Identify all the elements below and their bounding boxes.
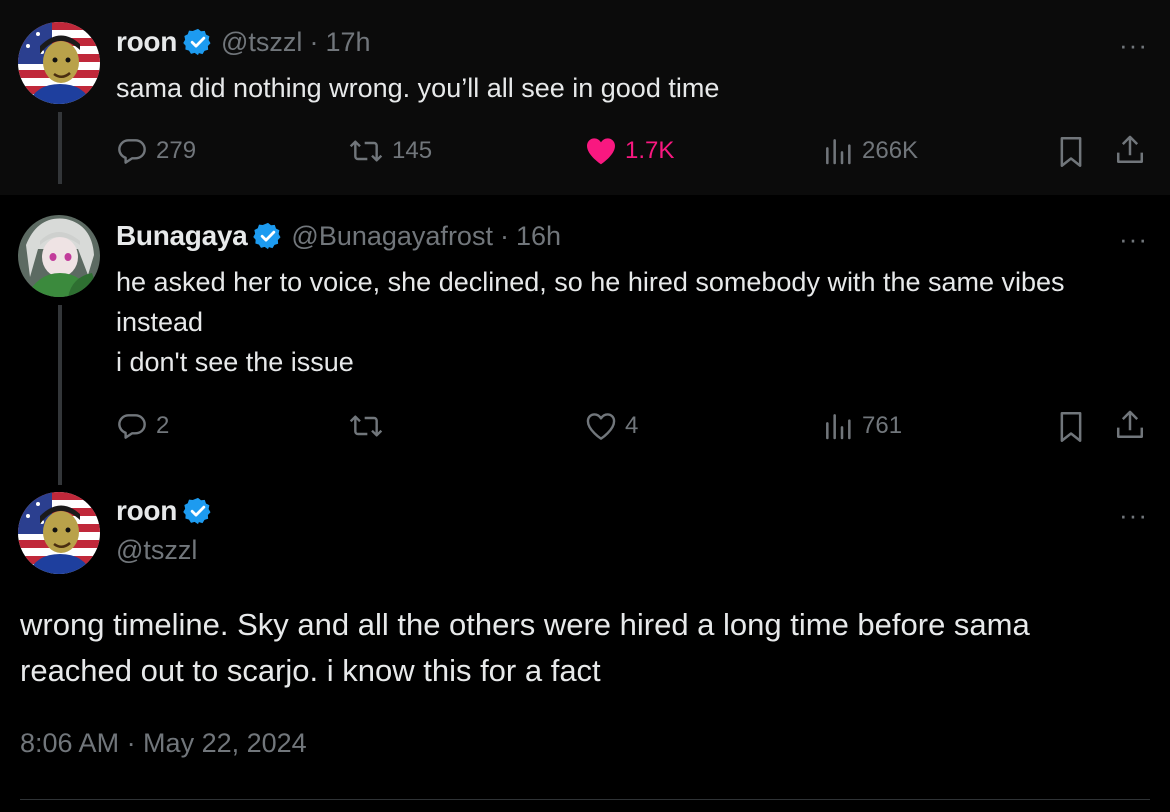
main-tweet-text: wrong timeline. Sky and all the others w… [20, 607, 1030, 688]
like-button[interactable]: 4 [585, 411, 638, 441]
bookmark-icon [1060, 137, 1082, 167]
heart-outline-icon [586, 413, 616, 440]
separator-dot: · [499, 220, 509, 251]
separator-dot: · [309, 26, 319, 57]
views-button[interactable]: 266K [822, 135, 918, 167]
like-count: 1.7K [625, 137, 675, 164]
like-count: 4 [625, 412, 639, 439]
tweet-text: he asked her to voice, she declined, so … [116, 267, 1065, 377]
author-handle[interactable]: @tszzl [116, 535, 197, 566]
repost-button[interactable] [348, 410, 392, 442]
views-count: 266K [862, 137, 919, 164]
avatar-roon[interactable] [18, 492, 100, 574]
like-button[interactable]: 1.7K [585, 136, 674, 166]
verified-badge-icon [183, 496, 213, 526]
tweet-time[interactable]: 16h [516, 221, 561, 252]
repost-icon [349, 415, 383, 437]
more-options-icon[interactable]: ··· [1119, 32, 1148, 58]
tweet-text: sama did nothing wrong. you’ll all see i… [116, 73, 720, 103]
author-name[interactable]: roon [116, 26, 177, 58]
share-icon [1116, 410, 1144, 439]
thread-connector-line [58, 305, 62, 485]
reply-button[interactable]: 2 [116, 410, 169, 442]
tweet2-action-bar: 2 4 761 [0, 406, 1170, 450]
reply-icon [118, 139, 146, 164]
share-button[interactable] [1114, 408, 1146, 442]
reply-button[interactable]: 279 [116, 135, 196, 167]
bookmark-button[interactable] [1056, 410, 1086, 444]
tweet1-header: roon @tszzl · 17h [116, 26, 371, 58]
views-count: 761 [862, 412, 903, 439]
tweet-timestamp[interactable]: 8:06 AM · May 22, 2024 [20, 728, 307, 759]
bookmark-icon [1060, 412, 1082, 442]
author-handle[interactable]: @Bunagayafrost [291, 221, 493, 252]
repost-icon [349, 140, 383, 162]
repost-button[interactable]: 145 [348, 135, 432, 167]
tweet2-header: Bunagaya @Bunagayafrost · 16h [116, 220, 561, 252]
author-name[interactable]: Bunagaya [116, 220, 248, 252]
views-button[interactable]: 761 [822, 410, 902, 442]
heart-filled-icon [587, 138, 615, 165]
reply-count: 2 [156, 412, 170, 439]
author-name[interactable]: roon [116, 495, 177, 527]
tweet1-action-bar: 279 145 1.7K 266K [0, 131, 1170, 175]
verified-badge-icon [253, 221, 283, 251]
more-options-icon[interactable]: ··· [1119, 226, 1148, 252]
main-tweet-header: roon [116, 495, 213, 527]
avatar-bunagaya[interactable] [18, 215, 100, 297]
repost-count: 145 [392, 137, 433, 164]
views-icon [826, 139, 851, 165]
verified-badge-icon [183, 27, 213, 57]
share-icon [1116, 135, 1144, 164]
share-button[interactable] [1114, 133, 1146, 167]
more-options-icon[interactable]: ··· [1119, 502, 1148, 528]
author-handle[interactable]: @tszzl [221, 27, 302, 58]
avatar-roon[interactable] [18, 22, 100, 104]
divider [20, 799, 1150, 800]
tweet-time[interactable]: 17h [325, 27, 370, 58]
reply-count: 279 [156, 137, 197, 164]
views-icon [826, 414, 851, 440]
bookmark-button[interactable] [1056, 135, 1086, 169]
reply-icon [118, 414, 146, 439]
